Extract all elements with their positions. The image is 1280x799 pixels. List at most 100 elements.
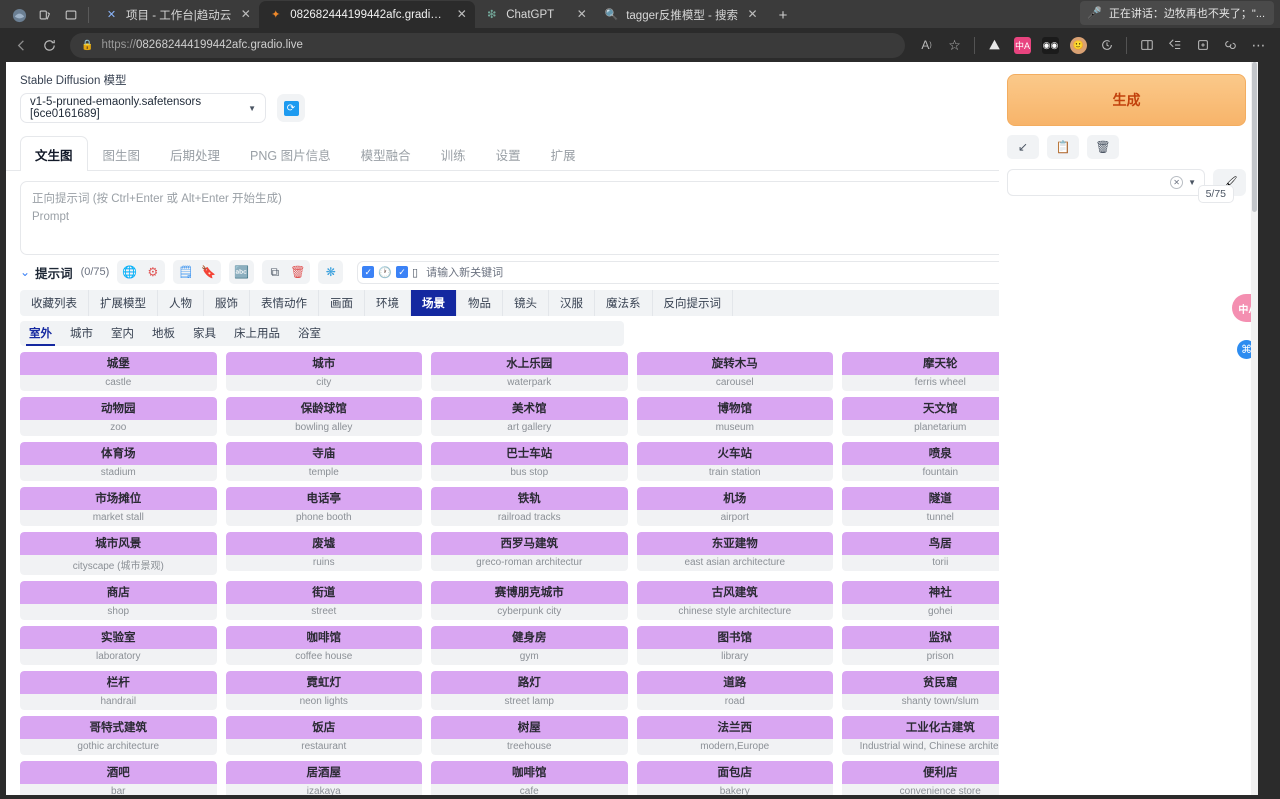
category-tab-camera[interactable]: 镜头: [503, 290, 549, 316]
tab-extras[interactable]: 后期处理: [155, 136, 235, 171]
category-tab-picture[interactable]: 画面: [319, 290, 365, 316]
new-keyword-input[interactable]: 请输入新关键词: [426, 264, 503, 280]
tag-card[interactable]: 体育场 stadium: [20, 442, 217, 481]
list-clock-icon[interactable]: 🗒: [175, 262, 196, 282]
tag-card[interactable]: 街道 street: [225, 581, 422, 620]
tag-card[interactable]: 栏杆 handrail: [20, 671, 217, 710]
trash-icon[interactable]: 🗑: [287, 262, 308, 282]
browser-tab-1[interactable]: ✕ 项目 - 工作台|趋动云 ✕: [95, 1, 259, 28]
tag-card[interactable]: 旋转木马 carousel: [636, 352, 833, 391]
address-bar[interactable]: 🔒 https://082682444199442afc.gradio.live: [70, 32, 905, 58]
chevron-down-icon[interactable]: ▼: [1188, 178, 1196, 187]
copilot-icon[interactable]: [981, 32, 1008, 58]
tag-card[interactable]: 树屋 treehouse: [431, 716, 628, 755]
tag-card[interactable]: 商店 shop: [20, 581, 217, 620]
category-tab-clothing[interactable]: 服饰: [204, 290, 250, 316]
tag-card[interactable]: 图书馆 library: [636, 626, 833, 665]
reload-button[interactable]: [36, 32, 62, 58]
category-tab-scene[interactable]: 场景: [411, 290, 457, 316]
tag-card[interactable]: 机场 airport: [636, 487, 833, 526]
browser-tab-2[interactable]: ✦ 082682444199442afc.gradio.live ✕: [259, 1, 476, 28]
subcategory-tab-bedding[interactable]: 床上用品: [225, 321, 289, 346]
category-tab-objects[interactable]: 物品: [457, 290, 503, 316]
tag-card[interactable]: 健身房 gym: [431, 626, 628, 665]
category-tab-expression[interactable]: 表情动作: [250, 290, 319, 316]
globe-icon[interactable]: 🌐: [119, 262, 140, 282]
keyword-checkbox-2[interactable]: ✓: [396, 266, 409, 278]
translate-icon[interactable]: 中A: [1009, 32, 1036, 58]
tag-card[interactable]: 道路 road: [636, 671, 833, 710]
arrow-down-left-icon[interactable]: ↙: [1007, 135, 1039, 159]
tag-card[interactable]: 城堡 castle: [20, 352, 217, 391]
tag-card[interactable]: 面包店 bakery: [636, 761, 833, 795]
subcategory-tab-bathroom[interactable]: 浴室: [289, 321, 330, 346]
subcategory-tab-city[interactable]: 城市: [61, 321, 102, 346]
openai-icon[interactable]: ❋: [320, 262, 341, 282]
browser-tab-3[interactable]: ❇ ChatGPT ✕: [475, 1, 595, 28]
column-icon[interactable]: ▯: [412, 266, 418, 279]
category-tab-favorites[interactable]: 收藏列表: [20, 290, 89, 316]
category-tab-environment[interactable]: 环境: [365, 290, 411, 316]
profile-avatar-icon[interactable]: 🙂: [1065, 32, 1092, 58]
back-button[interactable]: [8, 32, 34, 58]
favorites-icon[interactable]: [1161, 32, 1188, 58]
tag-card[interactable]: 博物馆 museum: [636, 397, 833, 436]
tab-extensions[interactable]: 扩展: [536, 136, 591, 171]
tag-card[interactable]: 保龄球馆 bowling alley: [225, 397, 422, 436]
category-tab-hanfu[interactable]: 汉服: [549, 290, 595, 316]
favorite-star-icon[interactable]: ☆: [941, 32, 968, 58]
clear-x-icon[interactable]: ✕: [1170, 176, 1184, 189]
settings-more-icon[interactable]: ⋯: [1245, 32, 1272, 58]
history-icon[interactable]: [1093, 32, 1120, 58]
tab-png-info[interactable]: PNG 图片信息: [235, 136, 346, 171]
subcategory-tab-indoor[interactable]: 室内: [102, 321, 143, 346]
category-tab-magic[interactable]: 魔法系: [595, 290, 653, 316]
tag-card[interactable]: 水上乐园 waterpark: [431, 352, 628, 391]
tab-train[interactable]: 训练: [426, 136, 481, 171]
tag-card[interactable]: 古风建筑 chinese style architecture: [636, 581, 833, 620]
new-tab-button[interactable]: +: [770, 2, 796, 28]
tag-card[interactable]: 火车站 train station: [636, 442, 833, 481]
collections-icon[interactable]: [1189, 32, 1216, 58]
browser-tab-4[interactable]: 🔍 tagger反推模型 - 搜索 ✕: [595, 1, 766, 28]
browser-tab-4-close-icon[interactable]: ✕: [745, 7, 760, 22]
style-dropdown[interactable]: ✕ ▼: [1007, 169, 1205, 196]
clock-icon[interactable]: 🕐: [378, 266, 392, 279]
subcategory-tab-outdoor[interactable]: 室外: [20, 321, 61, 346]
tag-card[interactable]: 哥特式建筑 gothic architecture: [20, 716, 217, 755]
browser-tab-2-close-icon[interactable]: ✕: [454, 7, 469, 22]
browser-tab-3-close-icon[interactable]: ✕: [574, 7, 589, 22]
tab-checkpoint-merger[interactable]: 模型融合: [346, 136, 426, 171]
page-scrollbar[interactable]: [1251, 62, 1258, 795]
tag-card[interactable]: 西罗马建筑 greco-roman architectur: [431, 532, 628, 575]
refresh-model-button[interactable]: ⟳: [277, 94, 305, 122]
collections-icon[interactable]: [32, 2, 58, 28]
trash-icon[interactable]: 🗑: [1087, 135, 1119, 159]
tag-card[interactable]: 城市风景 cityscape (城市景观): [20, 532, 217, 575]
tagwords-title-group[interactable]: ⌄ 提示词 (0/75): [20, 263, 109, 282]
browser-essentials-icon[interactable]: [1217, 32, 1244, 58]
tag-card[interactable]: 动物园 zoo: [20, 397, 217, 436]
generate-button[interactable]: 生成: [1007, 74, 1246, 126]
tag-card[interactable]: 酒吧 bar: [20, 761, 217, 795]
subcategory-tab-furniture[interactable]: 家具: [184, 321, 225, 346]
tag-card[interactable]: 美术馆 art gallery: [431, 397, 628, 436]
tag-card[interactable]: 饭店 restaurant: [225, 716, 422, 755]
category-tab-character[interactable]: 人物: [158, 290, 204, 316]
read-aloud-icon[interactable]: A): [913, 32, 940, 58]
category-tab-extensions[interactable]: 扩展模型: [89, 290, 158, 316]
page-scrollbar-thumb[interactable]: [1252, 62, 1257, 212]
tag-card[interactable]: 市场摊位 market stall: [20, 487, 217, 526]
tag-card[interactable]: 铁轨 railroad tracks: [431, 487, 628, 526]
translate-ab-icon[interactable]: 🔤: [231, 262, 252, 282]
tag-card[interactable]: 霓虹灯 neon lights: [225, 671, 422, 710]
tag-card[interactable]: 巴士车站 bus stop: [431, 442, 628, 481]
tab-settings[interactable]: 设置: [481, 136, 536, 171]
tag-card[interactable]: 法兰西 modern,Europe: [636, 716, 833, 755]
tab-img2img[interactable]: 图生图: [88, 136, 156, 171]
subcategory-tab-floor[interactable]: 地板: [143, 321, 184, 346]
tag-card[interactable]: 咖啡馆 cafe: [431, 761, 628, 795]
clipboard-icon[interactable]: 📋: [1047, 135, 1079, 159]
copy-icon[interactable]: ⧉: [264, 262, 285, 282]
browser-tab-1-close-icon[interactable]: ✕: [238, 7, 253, 22]
